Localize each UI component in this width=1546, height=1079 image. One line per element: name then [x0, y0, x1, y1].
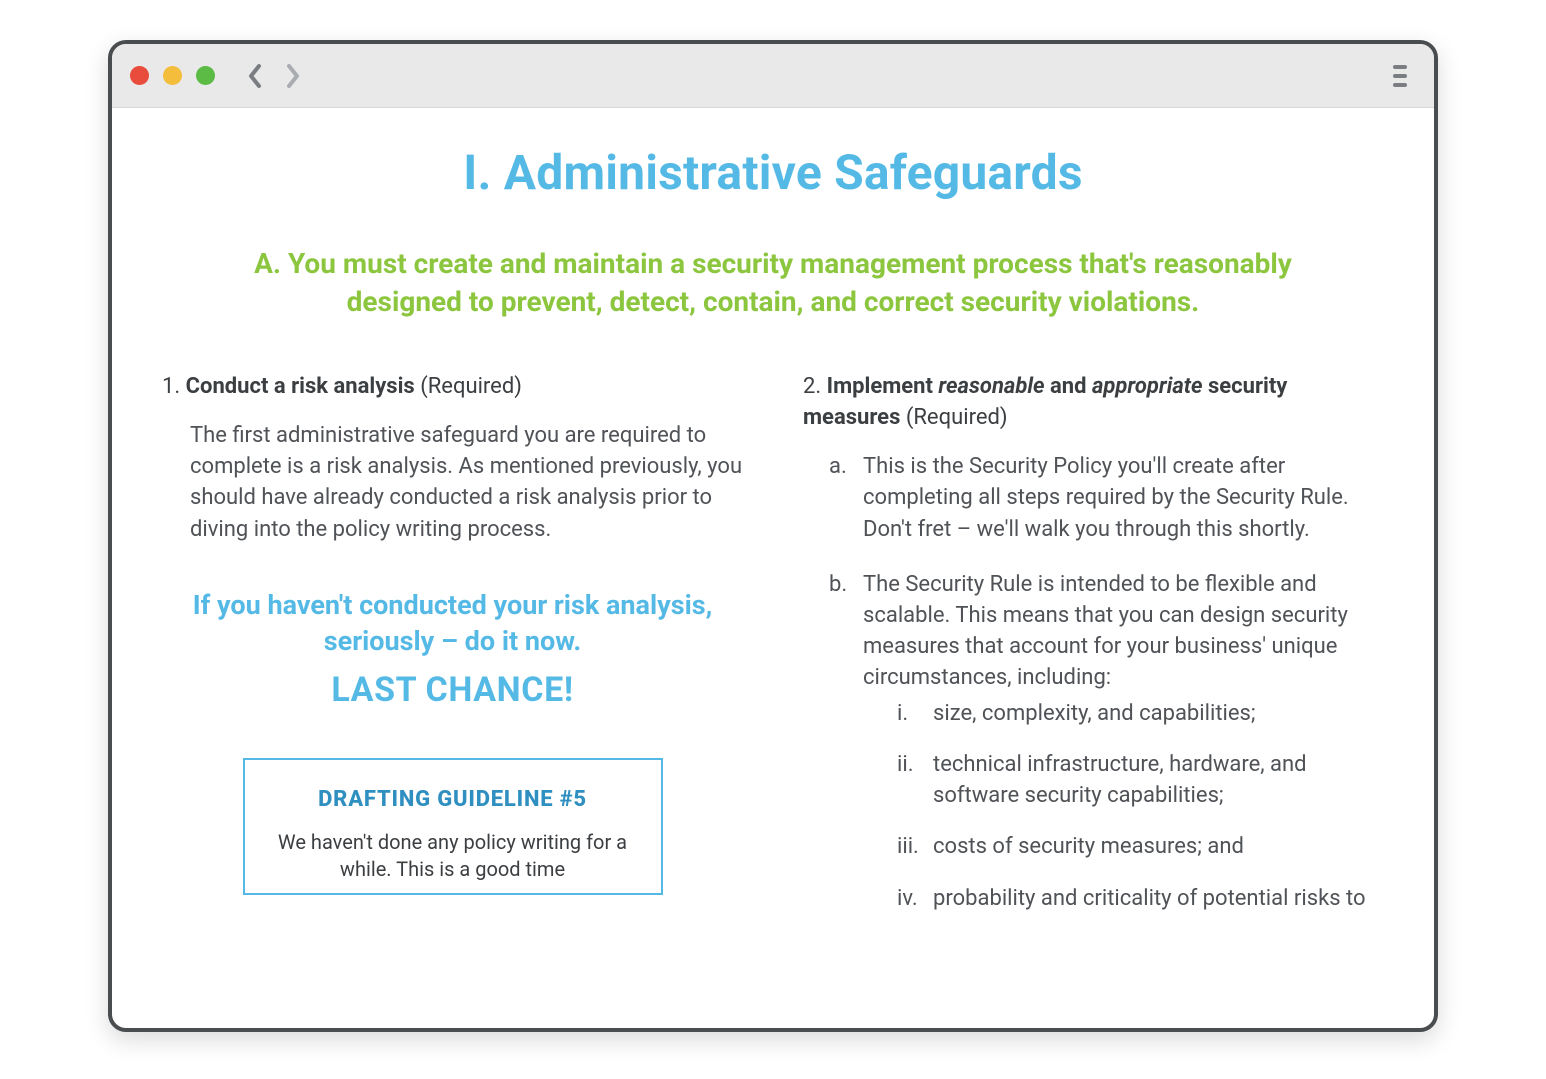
sub-item-a: a. This is the Security Policy you'll cr…	[829, 451, 1384, 545]
roman-i: i. size, complexity, and capabilities;	[897, 698, 1384, 729]
sub-b-marker: b.	[829, 569, 853, 934]
nav-arrows	[245, 62, 303, 90]
sub-a-text: This is the Security Policy you'll creat…	[863, 451, 1384, 545]
callout-line-1: If you haven't conducted your risk analy…	[193, 589, 713, 657]
item-2-required-tag: (Required)	[906, 405, 1008, 430]
window-controls	[130, 66, 215, 85]
roman-ii-marker: ii.	[897, 749, 925, 811]
item-2-heading: 2. Implement reasonable and appropriate …	[803, 371, 1384, 433]
roman-iv: iv. probability and criticality of potent…	[897, 883, 1384, 914]
titlebar	[112, 44, 1434, 108]
roman-iv-marker: iv.	[897, 883, 925, 914]
roman-iii-text: costs of security measures; and	[933, 831, 1244, 862]
risk-analysis-callout: If you haven't conducted your risk analy…	[162, 587, 743, 714]
forward-button[interactable]	[283, 62, 303, 90]
column-right: 2. Implement reasonable and appropriate …	[803, 371, 1384, 958]
roman-iii-marker: iii.	[897, 831, 925, 862]
item-1-title: Conduct a risk analysis	[186, 374, 415, 399]
roman-iv-text: probability and criticality of potential…	[933, 883, 1366, 914]
item-1-body: The first administrative safeguard you a…	[162, 420, 743, 545]
item-2-word-appropriate: appropriate	[1092, 374, 1203, 399]
column-left: 1. Conduct a risk analysis (Required) Th…	[162, 371, 743, 958]
close-icon[interactable]	[130, 66, 149, 85]
document-content: I. Administrative Safeguards A. You must…	[112, 108, 1434, 1028]
drafting-guideline-box: DRAFTING GUIDELINE #5 We haven't done an…	[243, 758, 663, 895]
roman-ii: ii. technical infrastructure, hardware, a…	[897, 749, 1384, 811]
roman-i-text: size, complexity, and capabilities;	[933, 698, 1256, 729]
guideline-body: We haven't done any policy writing for a…	[273, 829, 633, 883]
minimize-icon[interactable]	[163, 66, 182, 85]
item-1-heading: 1. Conduct a risk analysis (Required)	[162, 371, 743, 402]
page-title: I. Administrative Safeguards	[162, 144, 1384, 201]
sub-item-b: b. The Security Rule is intended to be f…	[829, 569, 1384, 934]
callout-line-2: LAST CHANCE!	[162, 668, 743, 714]
sub-b-text: The Security Rule is intended to be flex…	[863, 569, 1384, 694]
back-button[interactable]	[245, 62, 265, 90]
item-2-word-implement: Implement	[827, 374, 933, 399]
item-1-number: 1.	[162, 374, 180, 399]
section-a-heading: A. You must create and maintain a securi…	[193, 245, 1353, 321]
roman-i-marker: i.	[897, 698, 925, 729]
item-1-required-tag: (Required)	[420, 374, 522, 399]
maximize-icon[interactable]	[196, 66, 215, 85]
item-2-word-and: and	[1050, 374, 1087, 399]
item-2-number: 2.	[803, 374, 821, 399]
roman-iii: iii. costs of security measures; and	[897, 831, 1384, 862]
sub-a-marker: a.	[829, 451, 853, 545]
guideline-title: DRAFTING GUIDELINE #5	[273, 784, 633, 815]
menu-icon[interactable]	[1388, 65, 1412, 87]
browser-window: I. Administrative Safeguards A. You must…	[108, 40, 1438, 1032]
item-2-word-reasonable: reasonable	[938, 374, 1044, 399]
roman-ii-text: technical infrastructure, hardware, and …	[933, 749, 1384, 811]
